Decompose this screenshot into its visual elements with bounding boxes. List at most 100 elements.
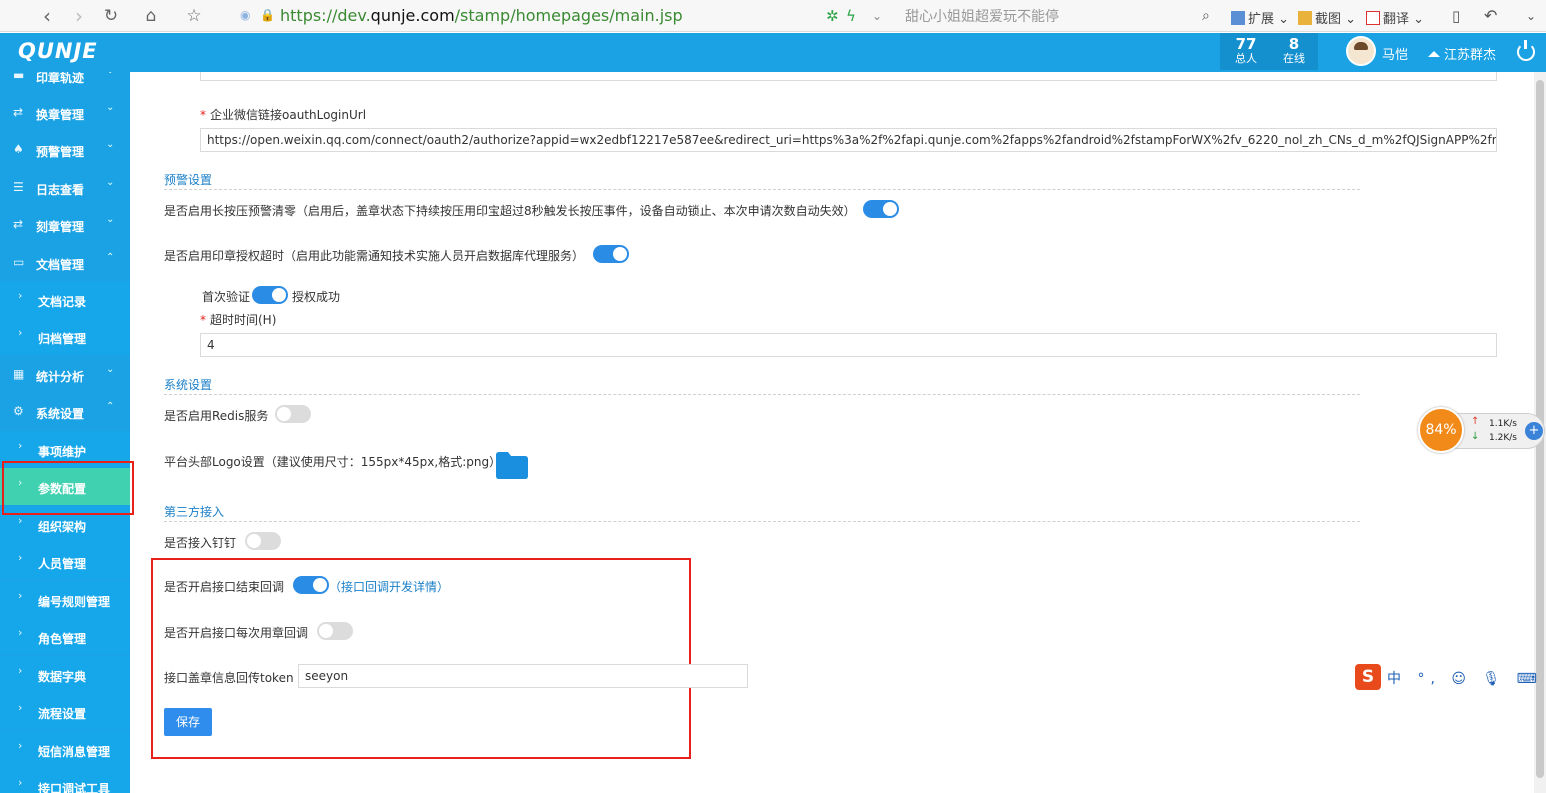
extend-button[interactable]: 扩展 ⌄ <box>1231 8 1289 27</box>
sidebar-item-label: 流程设置 <box>38 707 87 721</box>
undo-icon[interactable]: ↶ <box>1484 0 1497 32</box>
chevron-right-icon: › <box>18 551 23 564</box>
swap-icon: ⇄ <box>13 105 24 119</box>
sidebar-item-label: 系统设置 <box>36 407 85 421</box>
lock-icon: 🔒 <box>260 8 275 22</box>
timeout-hours-label: * 超时时间(H) <box>200 313 277 327</box>
stat-online-label: 在线 <box>1283 52 1305 65</box>
search-icon[interactable]: ⌕ <box>1202 0 1210 32</box>
sidebar-item-api-debug[interactable]: › 接口调试工具 <box>0 768 130 793</box>
sidebar-item-engrave[interactable]: ⇄ 刻章管理 ⌄ <box>0 206 130 243</box>
reload-icon[interactable]: ↻ <box>98 0 124 32</box>
stat-online-value: 8 <box>1288 35 1300 53</box>
sidebar-item-sms[interactable]: › 短信消息管理 <box>0 731 130 768</box>
logout-icon[interactable] <box>1517 40 1535 61</box>
long-press-toggle[interactable] <box>863 200 899 218</box>
back-icon[interactable]: ‹ <box>34 0 60 32</box>
sidebar-item-label: 事项维护 <box>38 445 87 459</box>
long-press-label: 是否启用长按压预警清零（启用后，盖章状态下持续按压用印宝超过8秒触发长按压事件，… <box>164 204 856 218</box>
upload-speed: 1.1K/s <box>1489 419 1517 429</box>
phone-icon[interactable]: ▯ <box>1452 0 1460 32</box>
each-callback-toggle[interactable] <box>317 622 353 640</box>
bell-icon: ♠ <box>13 142 24 156</box>
sidebar-item-archive[interactable]: › 归档管理 <box>0 318 130 355</box>
partial-input <box>200 72 1497 81</box>
home-icon[interactable]: ⌂ <box>138 0 164 32</box>
sidebar-item-staff[interactable]: › 人员管理 <box>0 543 130 580</box>
callback-detail-link[interactable]: （接口回调开发详情） <box>329 578 449 595</box>
sidebar-item-numbering[interactable]: › 编号规则管理 <box>0 581 130 618</box>
auth-timeout-toggle[interactable] <box>593 245 629 263</box>
sidebar-item-documents[interactable]: ▭ 文档管理 ⌃ <box>0 244 130 281</box>
token-input[interactable]: seeyon <box>298 664 748 688</box>
dingtalk-label: 是否接入钉钉 <box>164 536 237 550</box>
sidebar-item-doc-records[interactable]: › 文档记录 <box>0 281 130 318</box>
auth-success-label: 授权成功 <box>292 290 341 304</box>
sidebar-item-workflow[interactable]: › 流程设置 <box>0 693 130 730</box>
sidebar-item-dictionary[interactable]: › 数据字典 <box>0 656 130 693</box>
org-switch[interactable]: 江苏群杰 <box>1428 44 1496 63</box>
sidebar-item-statistics[interactable]: ▦ 统计分析 ⌄ <box>0 356 130 393</box>
timeout-hours-input[interactable]: 4 <box>200 333 1497 357</box>
end-callback-toggle[interactable] <box>293 576 329 594</box>
sidebar-item-label: 预警管理 <box>36 145 85 159</box>
main-content: * 企业微信链接oauthLoginUrl https://open.weixin… <box>130 72 1534 793</box>
sidebar-item-system[interactable]: ⚙ 系统设置 ⌃ <box>0 393 130 430</box>
chevron-right-icon: › <box>18 776 23 789</box>
chevron-down-icon[interactable]: ⌄ <box>872 0 882 32</box>
translate-button[interactable]: 翻译 ⌄ <box>1366 8 1424 27</box>
sidebar-item-warning[interactable]: ♠ 预警管理 ⌄ <box>0 131 130 168</box>
user-name[interactable]: 马恺 <box>1382 44 1408 63</box>
stat-total-value: 77 <box>1235 35 1257 53</box>
stat-online: 8 在线 <box>1270 36 1318 66</box>
avatar[interactable] <box>1346 36 1376 66</box>
sidebar-item-label: 数据字典 <box>38 670 87 684</box>
first-verify-toggle[interactable] <box>252 286 288 304</box>
ime-toolbar[interactable]: S 中 °, ☺ 🎙 ⌨ <box>1355 664 1546 690</box>
sidebar-item-label: 印章轨迹 <box>36 72 85 85</box>
highlight-box <box>2 461 134 515</box>
home-icon <box>1428 51 1440 57</box>
dingtalk-toggle[interactable] <box>245 532 281 550</box>
sidebar-item-stamp-track[interactable]: ▬ 印章轨迹 ⌄ <box>0 72 130 94</box>
redis-toggle[interactable] <box>275 405 311 423</box>
chevron-down-icon: ⌄ <box>106 177 115 188</box>
list-icon: ☰ <box>13 180 24 194</box>
wechat-url-input[interactable]: https://open.weixin.qq.com/connect/oauth… <box>200 128 1497 152</box>
user-stats: 77 总人 8 在线 <box>1220 33 1318 70</box>
network-speed-widget[interactable]: ↑ ↓ 1.1K/s 1.2K/s + 84% <box>1418 407 1545 453</box>
sogou-icon[interactable]: S <box>1355 664 1381 690</box>
lightning-icon[interactable]: ϟ <box>846 0 856 32</box>
sidebar-item-label: 人员管理 <box>38 557 87 571</box>
sidebar-item-roles[interactable]: › 角色管理 <box>0 618 130 655</box>
chevron-right-icon: › <box>18 739 23 752</box>
chevron-up-icon: ⌃ <box>106 401 115 412</box>
sidebar-item-change-stamp[interactable]: ⇄ 换章管理 ⌄ <box>0 94 130 131</box>
chevron-down-icon: ⌄ <box>106 72 114 76</box>
translate-icon <box>1366 11 1380 25</box>
download-speed: 1.2K/s <box>1489 433 1517 443</box>
section-warning: 预警设置 <box>164 171 1360 190</box>
search-hint[interactable]: 甜心小姐姐超爱玩不能停 <box>905 6 1059 26</box>
plus-icon[interactable]: + <box>1525 422 1543 440</box>
bookmark-star-icon[interactable]: ☆ <box>181 0 207 32</box>
save-button[interactable]: 保存 <box>164 708 212 736</box>
forward-icon[interactable]: › <box>66 0 92 32</box>
chevron-right-icon: › <box>18 626 23 639</box>
sidebar: ▬ 印章轨迹 ⌄ ⇄ 换章管理 ⌄ ♠ 预警管理 ⌄ ☰ 日志查看 ⌄ ⇄ 刻章… <box>0 72 130 793</box>
app-logo[interactable]: QUNJE <box>18 39 98 63</box>
sidebar-item-label: 刻章管理 <box>36 220 85 234</box>
folder-upload-icon[interactable] <box>496 452 528 479</box>
sidebar-item-label: 组织架构 <box>38 520 87 534</box>
ime-items[interactable]: 中 °, ☺ 🎙 ⌨ <box>1387 668 1543 688</box>
wechat-url-label: * 企业微信链接oauthLoginUrl <box>200 108 367 122</box>
more-icon[interactable]: ⌄ <box>1526 0 1536 32</box>
extension-icon[interactable]: ✲ <box>826 0 839 32</box>
screenshot-button[interactable]: 截图 ⌄ <box>1298 8 1356 27</box>
sidebar-item-logs[interactable]: ☰ 日志查看 ⌄ <box>0 169 130 206</box>
sidebar-item-label: 换章管理 <box>36 108 85 122</box>
stat-total: 77 总人 <box>1222 36 1270 66</box>
browser-toolbar: ‹ › ↻ ⌂ ☆ ◉ 🔒 https://dev.qunje.com/stam… <box>0 0 1546 32</box>
auth-timeout-label: 是否启用印章授权超时（启用此功能需通知技术实施人员开启数据库代理服务） <box>164 249 585 263</box>
app-header: QUNJE 77 总人 8 在线 马恺 江苏群杰 <box>0 33 1546 72</box>
